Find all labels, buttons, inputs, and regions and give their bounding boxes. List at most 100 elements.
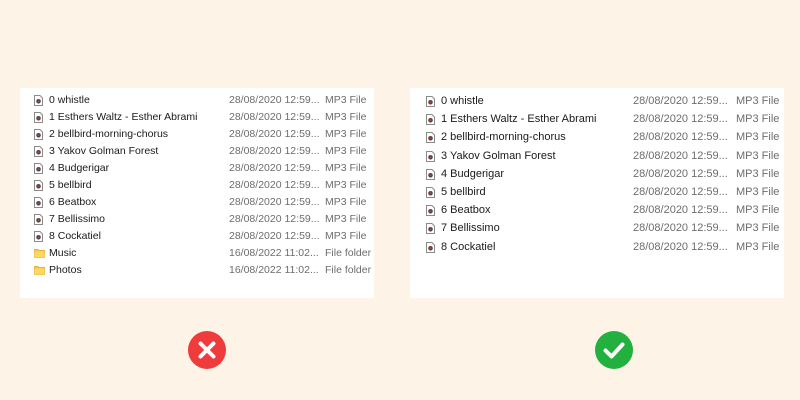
- file-type: MP3 File: [736, 222, 780, 235]
- file-list-wrong-example: 0 whistle 28/08/2020 12:59... MP3 File 1 Es…: [20, 88, 374, 298]
- file-date-modified: 28/08/2020 12:59...: [229, 145, 320, 157]
- file-type: MP3 File: [325, 111, 367, 123]
- file-row[interactable]: 1 Esthers Waltz - Esther Abrami 28/08/202…: [20, 109, 374, 126]
- file-type: MP3 File: [736, 131, 780, 144]
- file-row[interactable]: 4 Budgerigar 28/08/2020 12:59... MP3 File: [20, 160, 374, 177]
- file-date-modified: 28/08/2020 12:59...: [633, 240, 728, 253]
- check-icon: [595, 331, 633, 369]
- file-row[interactable]: 8 Cockatiel 28/08/2020 12:59... MP3 File: [20, 228, 374, 245]
- audio-file-icon: [34, 146, 43, 157]
- file-name: 7 Bellissimo: [49, 213, 106, 225]
- audio-file-icon: [34, 95, 43, 106]
- file-name: 5 bellbird: [49, 179, 92, 191]
- audio-file-icon: [34, 197, 43, 208]
- file-date-modified: 28/08/2020 12:59...: [229, 162, 320, 174]
- file-type: MP3 File: [736, 95, 780, 107]
- file-rows: 0 whistle 28/08/2020 12:59... MP3 File 1 Es…: [20, 92, 374, 279]
- file-type: MP3 File: [736, 204, 780, 217]
- file-type: MP3 File: [325, 162, 367, 174]
- file-row[interactable]: 0 whistle 28/08/2020 12:59... MP3 File: [20, 92, 374, 109]
- file-name: 8 Cockatiel: [49, 230, 101, 242]
- file-name: 0 whistle: [441, 95, 484, 107]
- file-type: MP3 File: [325, 196, 367, 208]
- file-type: MP3 File: [325, 94, 367, 106]
- audio-file-icon: [34, 180, 43, 191]
- audio-file-icon: [426, 132, 435, 144]
- folder-icon: [34, 265, 45, 276]
- file-name: 7 Bellissimo: [441, 222, 500, 235]
- file-date-modified: 28/08/2020 12:59...: [633, 149, 728, 162]
- file-type: MP3 File: [736, 167, 780, 180]
- audio-file-icon: [34, 112, 43, 123]
- file-name: 1 Esthers Waltz - Esther Abrami: [49, 111, 198, 123]
- file-row[interactable]: 4 Budgerigar 28/08/2020 12:59... MP3 File: [410, 165, 784, 183]
- file-name: 4 Budgerigar: [441, 167, 504, 180]
- file-name: 3 Yakov Golman Forest: [49, 145, 159, 157]
- file-date-modified: 28/08/2020 12:59...: [633, 204, 728, 217]
- file-type: MP3 File: [736, 240, 780, 253]
- file-row[interactable]: 0 whistle 28/08/2020 12:59... MP3 File: [410, 92, 784, 110]
- file-name: Music: [49, 247, 77, 259]
- file-row[interactable]: 2 bellbird-morning-chorus 28/08/2020 12:5…: [20, 126, 374, 143]
- file-row[interactable]: 8 Cockatiel 28/08/2020 12:59... MP3 File: [410, 238, 784, 256]
- file-date-modified: 28/08/2020 12:59...: [229, 128, 320, 140]
- x-icon: [188, 331, 226, 369]
- file-type: MP3 File: [325, 128, 367, 140]
- file-row[interactable]: 5 bellbird 28/08/2020 12:59... MP3 File: [20, 177, 374, 194]
- file-name: 0 whistle: [49, 94, 90, 106]
- file-name: 3 Yakov Golman Forest: [441, 149, 556, 162]
- file-date-modified: 28/08/2020 12:59...: [633, 113, 728, 126]
- audio-file-icon: [426, 241, 435, 253]
- audio-file-icon: [426, 150, 435, 162]
- folder-icon: [34, 248, 45, 259]
- file-type: File folder: [325, 247, 372, 259]
- file-row[interactable]: 5 bellbird 28/08/2020 12:59... MP3 File: [410, 183, 784, 201]
- file-row[interactable]: 6 Beatbox 28/08/2020 12:59... MP3 File: [20, 194, 374, 211]
- audio-file-icon: [426, 223, 435, 235]
- file-date-modified: 28/08/2020 12:59...: [633, 167, 728, 180]
- file-list-correct-example: 0 whistle 28/08/2020 12:59... MP3 File 1 Es…: [410, 88, 784, 298]
- file-date-modified: 28/08/2020 12:59...: [229, 230, 320, 242]
- audio-file-icon: [426, 96, 435, 107]
- file-type: MP3 File: [736, 185, 780, 198]
- file-type: MP3 File: [736, 149, 780, 162]
- file-type: MP3 File: [325, 145, 367, 157]
- file-date-modified: 28/08/2020 12:59...: [633, 222, 728, 235]
- file-date-modified: 28/08/2020 12:59...: [229, 213, 320, 225]
- file-date-modified: 28/08/2020 12:59...: [229, 94, 320, 106]
- audio-file-icon: [426, 205, 435, 217]
- audio-file-icon: [426, 114, 435, 126]
- file-type: MP3 File: [325, 213, 367, 225]
- file-row[interactable]: 3 Yakov Golman Forest 28/08/2020 12:59...…: [20, 143, 374, 160]
- file-name: Photos: [49, 264, 82, 276]
- audio-file-icon: [426, 168, 435, 180]
- file-date-modified: 28/08/2020 12:59...: [633, 95, 728, 107]
- audio-file-icon: [34, 231, 43, 242]
- file-row[interactable]: Music 16/08/2022 11:02... File folder: [20, 245, 374, 262]
- audio-file-icon: [34, 129, 43, 140]
- file-date-modified: 28/08/2020 12:59...: [633, 131, 728, 144]
- file-row[interactable]: 6 Beatbox 28/08/2020 12:59... MP3 File: [410, 201, 784, 219]
- file-date-modified: 28/08/2020 12:59...: [229, 111, 320, 123]
- file-type: MP3 File: [325, 230, 367, 242]
- file-row[interactable]: 2 bellbird-morning-chorus 28/08/2020 12:5…: [410, 128, 784, 146]
- file-row[interactable]: 7 Bellissimo 28/08/2020 12:59... MP3 File: [410, 219, 784, 237]
- file-row[interactable]: 3 Yakov Golman Forest 28/08/2020 12:59...…: [410, 147, 784, 165]
- file-name: 6 Beatbox: [441, 204, 491, 217]
- file-type: MP3 File: [325, 179, 367, 191]
- file-type: File folder: [325, 264, 372, 276]
- file-rows: 0 whistle 28/08/2020 12:59... MP3 File 1 Es…: [410, 92, 784, 256]
- file-row[interactable]: Photos 16/08/2022 11:02... File folder: [20, 262, 374, 279]
- audio-file-icon: [426, 186, 435, 198]
- audio-file-icon: [34, 214, 43, 225]
- file-date-modified: 16/08/2022 11:02...: [229, 247, 319, 259]
- file-name: 4 Budgerigar: [49, 162, 110, 174]
- file-date-modified: 16/08/2022 11:02...: [229, 264, 319, 276]
- file-row[interactable]: 7 Bellissimo 28/08/2020 12:59... MP3 File: [20, 211, 374, 228]
- file-date-modified: 28/08/2020 12:59...: [229, 196, 320, 208]
- file-name: 6 Beatbox: [49, 196, 97, 208]
- file-name: 1 Esthers Waltz - Esther Abrami: [441, 113, 597, 126]
- file-type: MP3 File: [736, 113, 780, 126]
- audio-file-icon: [34, 163, 43, 174]
- file-row[interactable]: 1 Esthers Waltz - Esther Abrami 28/08/202…: [410, 110, 784, 128]
